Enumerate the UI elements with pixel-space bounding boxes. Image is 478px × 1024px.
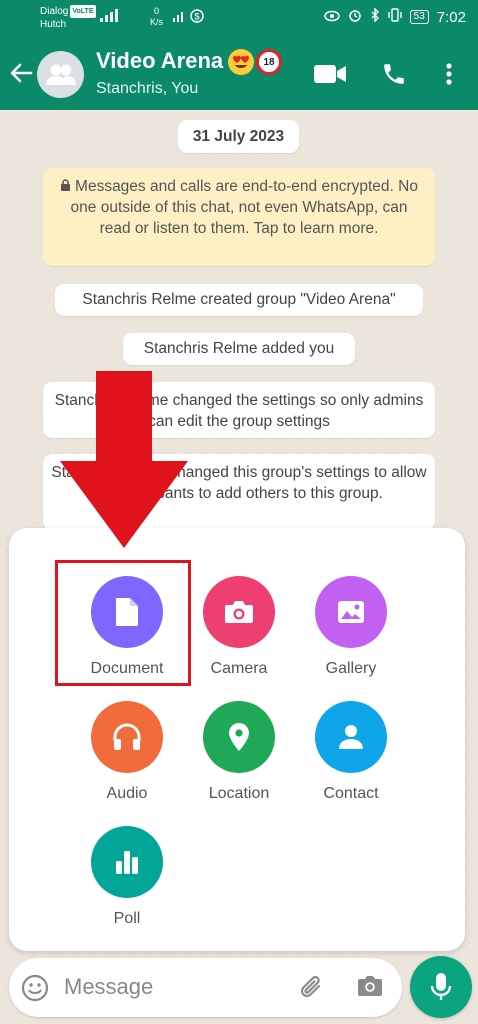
attach-label: Poll: [113, 910, 141, 927]
system-message: Stanchris Relme created group "Video Are…: [55, 284, 423, 316]
system-message: Stanchris Relme added you: [123, 333, 355, 365]
attach-contact-button[interactable]: Contact: [291, 701, 411, 803]
attach-label: Gallery: [325, 660, 377, 677]
back-arrow-icon[interactable]: [8, 60, 34, 86]
chat-subtitle[interactable]: Stanchris, You: [96, 80, 198, 98]
heart-eyes-emoji-icon: [228, 49, 254, 75]
status-icons-right: 53 7:02: [323, 7, 466, 26]
attach-camera-button[interactable]: Camera: [179, 576, 299, 678]
attach-audio-button[interactable]: Audio: [67, 701, 187, 803]
wifi-signal-icon: [172, 10, 184, 25]
attach-location-button[interactable]: Location: [179, 701, 299, 803]
voice-call-button[interactable]: [378, 58, 410, 90]
status-icons-left: $: [172, 9, 204, 26]
kebab-menu-icon: [446, 63, 452, 85]
alarm-icon: [348, 8, 362, 26]
attach-label: Location: [208, 785, 270, 802]
cellular-signal-icon: [100, 9, 118, 22]
clock: 7:02: [436, 8, 466, 26]
attach-label: Camera: [210, 660, 268, 677]
encryption-notice-text: Messages and calls are end-to-end encryp…: [70, 178, 418, 237]
vibrate-icon: [387, 8, 402, 26]
camera-icon: [203, 576, 275, 648]
message-input[interactable]: [64, 970, 284, 1004]
attach-gallery-button[interactable]: Gallery: [291, 576, 411, 678]
headphones-icon: [91, 701, 163, 773]
group-icon: [46, 64, 76, 85]
carrier-name-1: Dialog: [40, 6, 69, 17]
title-emoji-group: 18: [228, 49, 282, 75]
chat-header: Dialog VoLTE Hutch 0 K/s $ 53 7:02 Video…: [0, 0, 478, 110]
attach-poll-button[interactable]: Poll: [67, 826, 187, 928]
contact-icon: [315, 701, 387, 773]
more-options-button[interactable]: [438, 58, 460, 90]
data-saver-icon: $: [190, 9, 204, 26]
date-separator: 31 July 2023: [178, 120, 299, 153]
network-speed: 0 K/s: [150, 6, 164, 27]
document-highlight-box: [55, 560, 191, 686]
carrier-info: Dialog VoLTE Hutch: [40, 5, 96, 31]
svg-text:$: $: [194, 12, 199, 22]
carrier-name-2: Hutch: [40, 19, 67, 30]
camera-button[interactable]: [356, 974, 384, 1003]
encryption-notice[interactable]: Messages and calls are end-to-end encryp…: [43, 168, 435, 266]
emoji-icon: [21, 974, 49, 1002]
group-avatar[interactable]: [37, 51, 84, 98]
video-camera-icon: [314, 65, 346, 83]
battery-icon: 53: [409, 10, 429, 24]
red-arrow-icon: [60, 371, 188, 548]
emoji-button[interactable]: [21, 974, 49, 1007]
lock-icon: [61, 179, 71, 191]
phone-icon: [384, 64, 404, 84]
voice-message-button[interactable]: [410, 956, 472, 1018]
gallery-icon: [315, 576, 387, 648]
attach-button[interactable]: [297, 972, 327, 1007]
message-composer: [9, 958, 402, 1017]
microphone-icon: [430, 973, 452, 1000]
camera-icon: [358, 976, 382, 996]
chat-title[interactable]: Video Arena: [96, 48, 223, 74]
eye-comfort-icon: [323, 9, 340, 26]
attach-label: Contact: [323, 785, 379, 802]
bluetooth-icon: [370, 7, 380, 26]
no-under-18-emoji-icon: 18: [256, 49, 282, 75]
location-pin-icon: [203, 701, 275, 773]
paperclip-icon: [300, 975, 321, 998]
volte-badge: VoLTE: [70, 5, 96, 18]
attach-label: Audio: [106, 785, 148, 802]
poll-icon: [91, 826, 163, 898]
status-bar: Dialog VoLTE Hutch 0 K/s $ 53 7:02: [0, 0, 478, 36]
video-call-button[interactable]: [312, 58, 348, 90]
